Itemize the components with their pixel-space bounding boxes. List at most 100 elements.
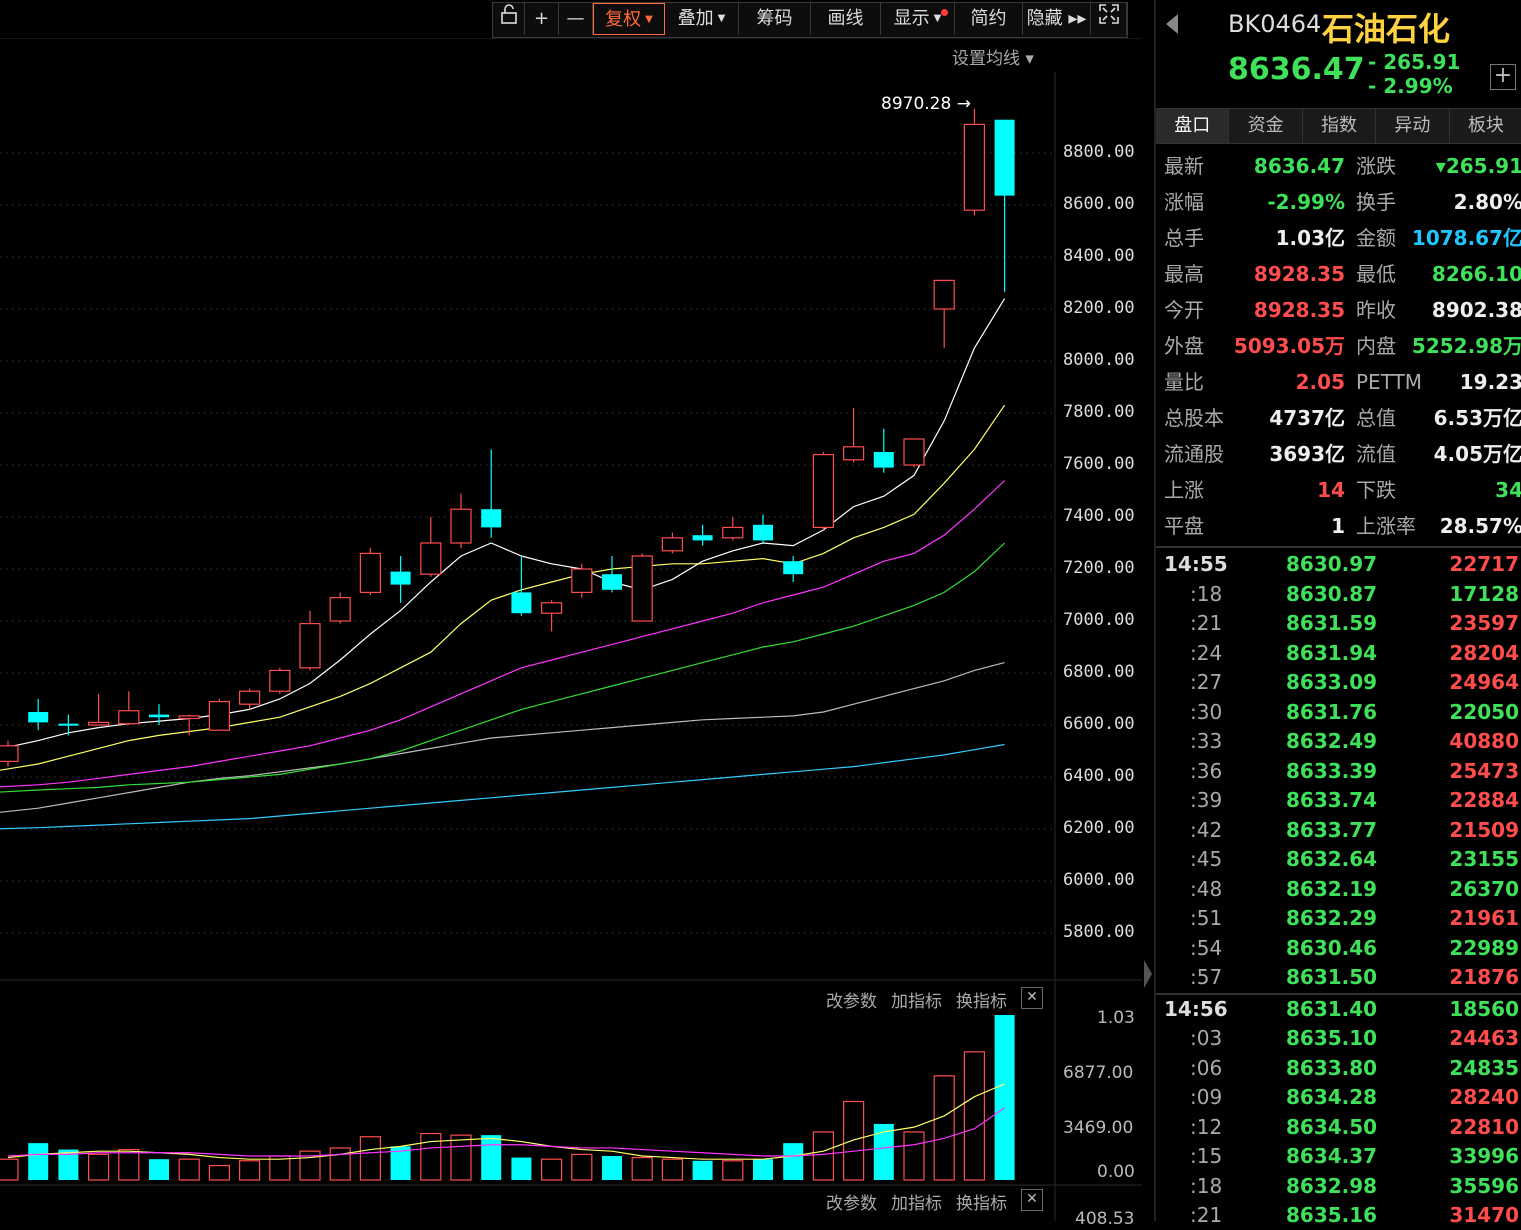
candle-body-down <box>753 524 773 541</box>
unlock-button[interactable] <box>493 3 525 35</box>
tick-row: :27 8633.09 24964 <box>1156 668 1521 697</box>
change-params-button[interactable]: 改参数 <box>826 987 877 1012</box>
candle-body-up <box>540 602 563 614</box>
quote-label: 涨幅 <box>1164 190 1204 214</box>
switch-indicator-button[interactable]: 换指标 <box>956 987 1007 1012</box>
tab-2[interactable]: 指数 <box>1303 109 1377 143</box>
tick-volume: 24463 <box>1449 1026 1519 1050</box>
candle-body-up <box>299 622 321 669</box>
zoom-in-button[interactable]: + <box>525 3 559 35</box>
tick-row: :21 8635.16 31470 <box>1156 1201 1521 1230</box>
volume-bar-up <box>178 1158 200 1181</box>
quote-value: ▾265.91 <box>1435 154 1521 178</box>
collapse-handle-icon[interactable] <box>1144 960 1152 988</box>
tab-0[interactable]: 盘口 <box>1156 109 1230 143</box>
tick-time: :24 <box>1190 640 1223 665</box>
volume-bar-up <box>661 1158 684 1181</box>
price-axis-label: 7400.00 <box>1063 506 1135 526</box>
quote-label: 涨跌 <box>1356 154 1396 178</box>
quote-value: 1.03亿 <box>1275 226 1345 250</box>
quote-label: PETTM <box>1356 370 1423 394</box>
tick-row: :12 8634.50 22810 <box>1156 1113 1521 1142</box>
quote-row: 外盘 5093.05万 内盘 5252.98万 <box>1156 328 1521 364</box>
tab-4[interactable]: 板块 <box>1450 109 1521 143</box>
tick-volume: 23155 <box>1449 847 1519 871</box>
quote-label: 量比 <box>1164 370 1204 394</box>
tick-price: 8633.09 <box>1286 670 1378 694</box>
kline-chart[interactable] <box>0 38 1142 1221</box>
tick-time: :18 <box>1190 581 1223 606</box>
quote-label: 总股本 <box>1164 406 1224 430</box>
toolbar-button[interactable]: 筹码 <box>739 3 811 35</box>
price-axis-label: 6000.00 <box>1063 870 1135 890</box>
tab-3[interactable]: 异动 <box>1376 109 1450 143</box>
price-axis-label: 8400.00 <box>1063 246 1135 266</box>
price-axis-label: 6400.00 <box>1063 766 1135 786</box>
tick-time: :39 <box>1190 788 1223 812</box>
fullscreen-button[interactable] <box>1091 3 1127 35</box>
quote-value: 2.80% <box>1453 190 1521 214</box>
quote-label: 最低 <box>1356 262 1396 286</box>
candle-body-up <box>239 690 261 705</box>
zoom-out-button[interactable]: — <box>559 3 593 35</box>
toolbar-button[interactable]: 叠加 ▼ <box>665 3 739 35</box>
toolbar-button[interactable]: 画线 <box>811 3 881 35</box>
tick-volume: 22989 <box>1449 935 1519 960</box>
change-params-button[interactable]: 改参数 <box>826 1189 877 1214</box>
quote-label: 总手 <box>1164 226 1204 250</box>
notification-dot <box>941 9 948 16</box>
volume-bar-up <box>812 1131 835 1181</box>
bottom-axis-label: 408.53 <box>1075 1209 1135 1229</box>
volume-bar-up <box>903 1131 925 1181</box>
volume-bar-up <box>722 1160 744 1181</box>
tick-price: 8633.80 <box>1286 1055 1378 1080</box>
tick-row: :33 8632.49 40880 <box>1156 727 1521 756</box>
volume-bar-down <box>28 1143 49 1180</box>
tick-price: 8631.40 <box>1286 996 1378 1021</box>
tick-row: :09 8634.28 28240 <box>1156 1083 1521 1112</box>
tick-volume: 24964 <box>1449 670 1519 694</box>
tick-time: :21 <box>1190 611 1223 635</box>
candle-body-down <box>149 714 169 718</box>
tick-volume: 17128 <box>1449 581 1519 606</box>
toolbar-button[interactable]: 隐藏 ▸▸ <box>1023 3 1091 35</box>
volume-bar-up <box>963 1051 986 1181</box>
toolbar-button[interactable]: 简约 <box>955 3 1023 35</box>
candle-body-down <box>58 723 79 726</box>
candle-body-down <box>511 592 532 614</box>
set-ma-button[interactable]: 设置均线 ▾ <box>952 44 1034 69</box>
volume-bar-down <box>481 1135 502 1180</box>
close-icon[interactable]: ✕ <box>1021 987 1043 1009</box>
tick-price: 8634.50 <box>1286 1114 1378 1139</box>
candle-body-up <box>118 710 140 725</box>
tick-row: :54 8630.46 22989 <box>1156 934 1521 963</box>
switch-indicator-button[interactable]: 换指标 <box>956 1189 1007 1214</box>
tick-row: :03 8635.10 24463 <box>1156 1024 1521 1053</box>
candle-body-up <box>359 552 381 594</box>
tick-price: 8635.16 <box>1286 1203 1378 1227</box>
price-axis-label: 7000.00 <box>1063 610 1135 630</box>
tick-price: 8631.59 <box>1286 611 1378 635</box>
add-indicator-button[interactable]: 加指标 <box>891 987 942 1012</box>
tick-volume: 28240 <box>1449 1085 1519 1109</box>
tick-price: 8632.49 <box>1286 729 1378 753</box>
tick-volume: 26370 <box>1449 876 1519 901</box>
candle-body-up <box>722 526 744 539</box>
candle-body-up <box>208 700 230 731</box>
add-watchlist-icon[interactable]: + <box>1490 64 1516 90</box>
close-icon[interactable]: ✕ <box>1021 1189 1043 1211</box>
toolbar-button[interactable]: 复权 ▼ <box>593 3 665 35</box>
add-indicator-button[interactable]: 加指标 <box>891 1189 942 1214</box>
tick-volume: 28204 <box>1449 640 1519 665</box>
tick-price: 8634.37 <box>1286 1144 1378 1168</box>
tab-1[interactable]: 资金 <box>1229 109 1303 143</box>
tick-price: 8632.98 <box>1286 1173 1378 1198</box>
price-axis-label: 8200.00 <box>1063 298 1135 318</box>
tick-price: 8630.46 <box>1286 935 1378 960</box>
quote-label: 最高 <box>1164 262 1204 286</box>
tick-volume: 21509 <box>1449 817 1519 842</box>
candle-body-up <box>812 454 835 529</box>
toolbar-button[interactable]: 显示 ▼ <box>881 3 955 35</box>
prev-arrow-icon[interactable] <box>1166 14 1178 34</box>
bottom-tools: 改参数 加指标 换指标 ✕ <box>826 1189 1043 1214</box>
